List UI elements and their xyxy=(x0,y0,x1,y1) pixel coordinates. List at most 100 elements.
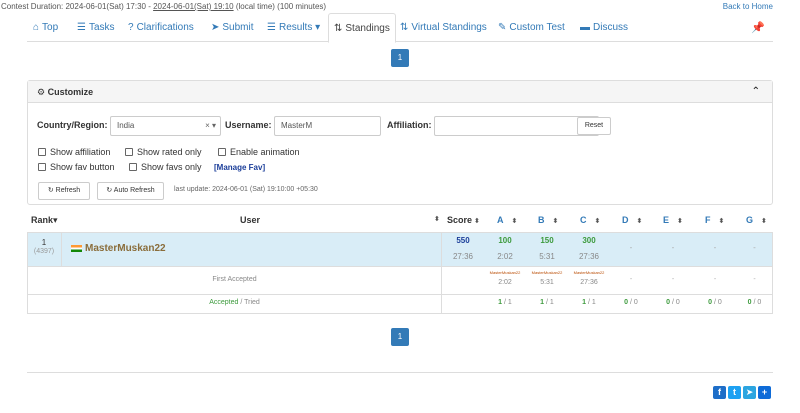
twitter-icon[interactable]: t xyxy=(728,386,741,399)
show-favs-only-checkbox[interactable]: Show favs only xyxy=(129,162,202,172)
share-plus-icon[interactable]: + xyxy=(758,386,771,399)
problem-c-score: 300 xyxy=(582,236,596,245)
score-value: 550 xyxy=(456,236,470,245)
show-rated-only-checkbox[interactable]: Show rated only xyxy=(125,147,202,157)
accepted-tried-c: 1 / 1 xyxy=(582,299,596,306)
problem-b-score: 150 xyxy=(540,236,554,245)
refresh-button[interactable]: ↻ Refresh xyxy=(38,182,90,200)
problem-g-header[interactable]: G ⬍ xyxy=(746,208,767,232)
problem-e-header[interactable]: E ⬍ xyxy=(663,208,683,232)
problem-d-header[interactable]: D ⬍ xyxy=(622,208,642,232)
problem-c-header[interactable]: C ⬍ xyxy=(580,208,600,232)
refresh-icon: ↻ xyxy=(47,187,54,194)
tab-discuss[interactable]: ▬ Discuss xyxy=(580,13,628,42)
tab-submit[interactable]: ➤ Submit xyxy=(211,13,254,42)
tab-top[interactable]: ⌂ Top xyxy=(33,13,58,42)
show-affiliation-checkbox[interactable]: Show affiliation xyxy=(38,147,110,157)
user-link[interactable]: MasterMuskan22 xyxy=(85,243,166,254)
chevron-up-icon[interactable]: ⌃ xyxy=(752,81,760,103)
sort-icon: ⬍ xyxy=(511,218,518,225)
affiliation-label: Affiliation: xyxy=(387,120,432,130)
enable-animation-checkbox[interactable]: Enable animation xyxy=(218,147,300,157)
last-update-text: last update: 2024-06-01 (Sat) 19:10:00 +… xyxy=(174,186,318,193)
first-accepted-c-user[interactable]: MasterMuskan22 xyxy=(568,270,610,275)
problem-c-time: 27:36 xyxy=(578,252,600,261)
pagination-page-1-bottom[interactable]: 1 xyxy=(391,328,409,346)
contest-info-bar: Contest Duration: 2024-06-01(Sat) 17:30 … xyxy=(0,0,800,12)
telegram-icon[interactable]: ➤ xyxy=(743,386,756,399)
sort-icon: ⬍ xyxy=(761,218,767,225)
problem-d-score: - xyxy=(629,243,633,252)
clear-and-dropdown-icon[interactable]: × ▾ xyxy=(205,117,216,135)
reset-button[interactable]: Reset xyxy=(577,117,611,135)
sort-icon: ⬍ xyxy=(718,218,725,225)
accepted-tried-f: 0 / 0 xyxy=(708,299,722,306)
first-accepted-d: - xyxy=(629,276,633,283)
list-icon: ☰ xyxy=(267,22,276,33)
sort-icon: ⬍ xyxy=(474,218,480,225)
accepted-tried-b: 1 / 1 xyxy=(540,299,554,306)
problem-b-time: 5:31 xyxy=(539,252,555,261)
tab-clarifications[interactable]: ? Clarifications xyxy=(128,13,194,42)
show-fav-button-checkbox[interactable]: Show fav button xyxy=(38,162,115,172)
accepted-tried-g: 0 / 0 xyxy=(747,299,762,306)
india-flag-icon xyxy=(71,245,82,252)
contest-duration: Contest Duration: 2024-06-01(Sat) 17:30 … xyxy=(1,2,327,11)
first-accepted-b-user[interactable]: MasterMuskan22 xyxy=(526,270,568,275)
sort-icon: ⬍ xyxy=(594,218,601,225)
caret-down-icon: ▾ xyxy=(312,22,321,33)
rank-value: 1 xyxy=(41,238,47,247)
back-to-home-link[interactable]: Back to Home xyxy=(723,1,773,13)
caret-down-icon: ▾ xyxy=(53,215,58,225)
manage-fav-link[interactable]: [Manage Fav] xyxy=(214,163,265,172)
tab-standings[interactable]: ⇅ Standings xyxy=(328,13,396,43)
pin-icon[interactable]: 📌 xyxy=(751,21,765,34)
sort-icon: ⬍ xyxy=(636,218,643,225)
first-accepted-a-time: 2:02 xyxy=(498,279,512,286)
gear-icon: ⚙ xyxy=(37,87,46,97)
sort-icon: ⇅ xyxy=(400,22,409,33)
user-header: User xyxy=(240,215,261,225)
accepted-tried-d: 0 / 0 xyxy=(624,299,638,306)
problem-b-header[interactable]: B ⬍ xyxy=(538,208,558,232)
contest-end-link[interactable]: 2024-06-01(Sat) 19:10 xyxy=(153,2,234,11)
contest-nav-tabs: ⌂ Top ☰ Tasks ? Clarifications ➤ Submit ☰ Res… xyxy=(27,13,773,43)
tab-virtual-standings[interactable]: ⇅ Virtual Standings xyxy=(400,13,487,42)
problem-f-header[interactable]: F ⬍ xyxy=(705,208,724,232)
tab-custom-test[interactable]: ✎ Custom Test xyxy=(498,13,565,42)
first-accepted-a-user[interactable]: MasterMuskan22 xyxy=(484,270,526,275)
sort-icon[interactable]: ⬍ xyxy=(434,208,440,232)
customize-panel: ⚙ Customize ⌃ Country/Region: India × ▾ … xyxy=(27,80,773,205)
accepted-tried-e: 0 / 0 xyxy=(666,299,680,306)
accepted-tried-label: Accepted / Tried xyxy=(209,299,260,306)
first-accepted-f: - xyxy=(713,276,717,283)
facebook-icon[interactable]: f xyxy=(713,386,726,399)
score-header[interactable]: Score ⬍ xyxy=(447,208,480,232)
problem-f-score: - xyxy=(713,243,717,252)
refresh-icon: ↻ xyxy=(106,187,113,194)
problem-g-score: - xyxy=(753,243,756,252)
first-accepted-g: - xyxy=(753,276,756,283)
rank-sub-value: (4397) xyxy=(33,248,55,255)
first-accepted-e: - xyxy=(671,276,675,283)
affiliation-input[interactable] xyxy=(434,116,599,136)
sort-icon: ⬍ xyxy=(552,218,559,225)
customize-header[interactable]: ⚙ Customize ⌃ xyxy=(28,81,772,103)
tab-tasks[interactable]: ☰ Tasks xyxy=(77,13,115,42)
problem-e-score: - xyxy=(671,243,675,252)
auto-refresh-button[interactable]: ↻ Auto Refresh xyxy=(97,182,164,200)
wrench-icon: ✎ xyxy=(498,22,507,33)
rank-header[interactable]: Rank▾ xyxy=(31,208,58,232)
country-select[interactable]: India × ▾ xyxy=(110,116,221,136)
pagination-page-1[interactable]: 1 xyxy=(391,49,409,67)
problem-a-header[interactable]: A ⬍ xyxy=(497,208,517,232)
first-accepted-label: First Accepted xyxy=(212,276,257,283)
username-label: Username: xyxy=(225,120,272,130)
question-icon: ? xyxy=(128,22,134,33)
first-accepted-b-time: 5:31 xyxy=(540,279,554,286)
list-icon: ☰ xyxy=(77,22,86,33)
tab-results[interactable]: ☰ Results ▾ xyxy=(267,13,320,42)
send-icon: ➤ xyxy=(211,22,220,33)
country-label: Country/Region: xyxy=(37,120,108,130)
username-input[interactable]: MasterM xyxy=(274,116,381,136)
